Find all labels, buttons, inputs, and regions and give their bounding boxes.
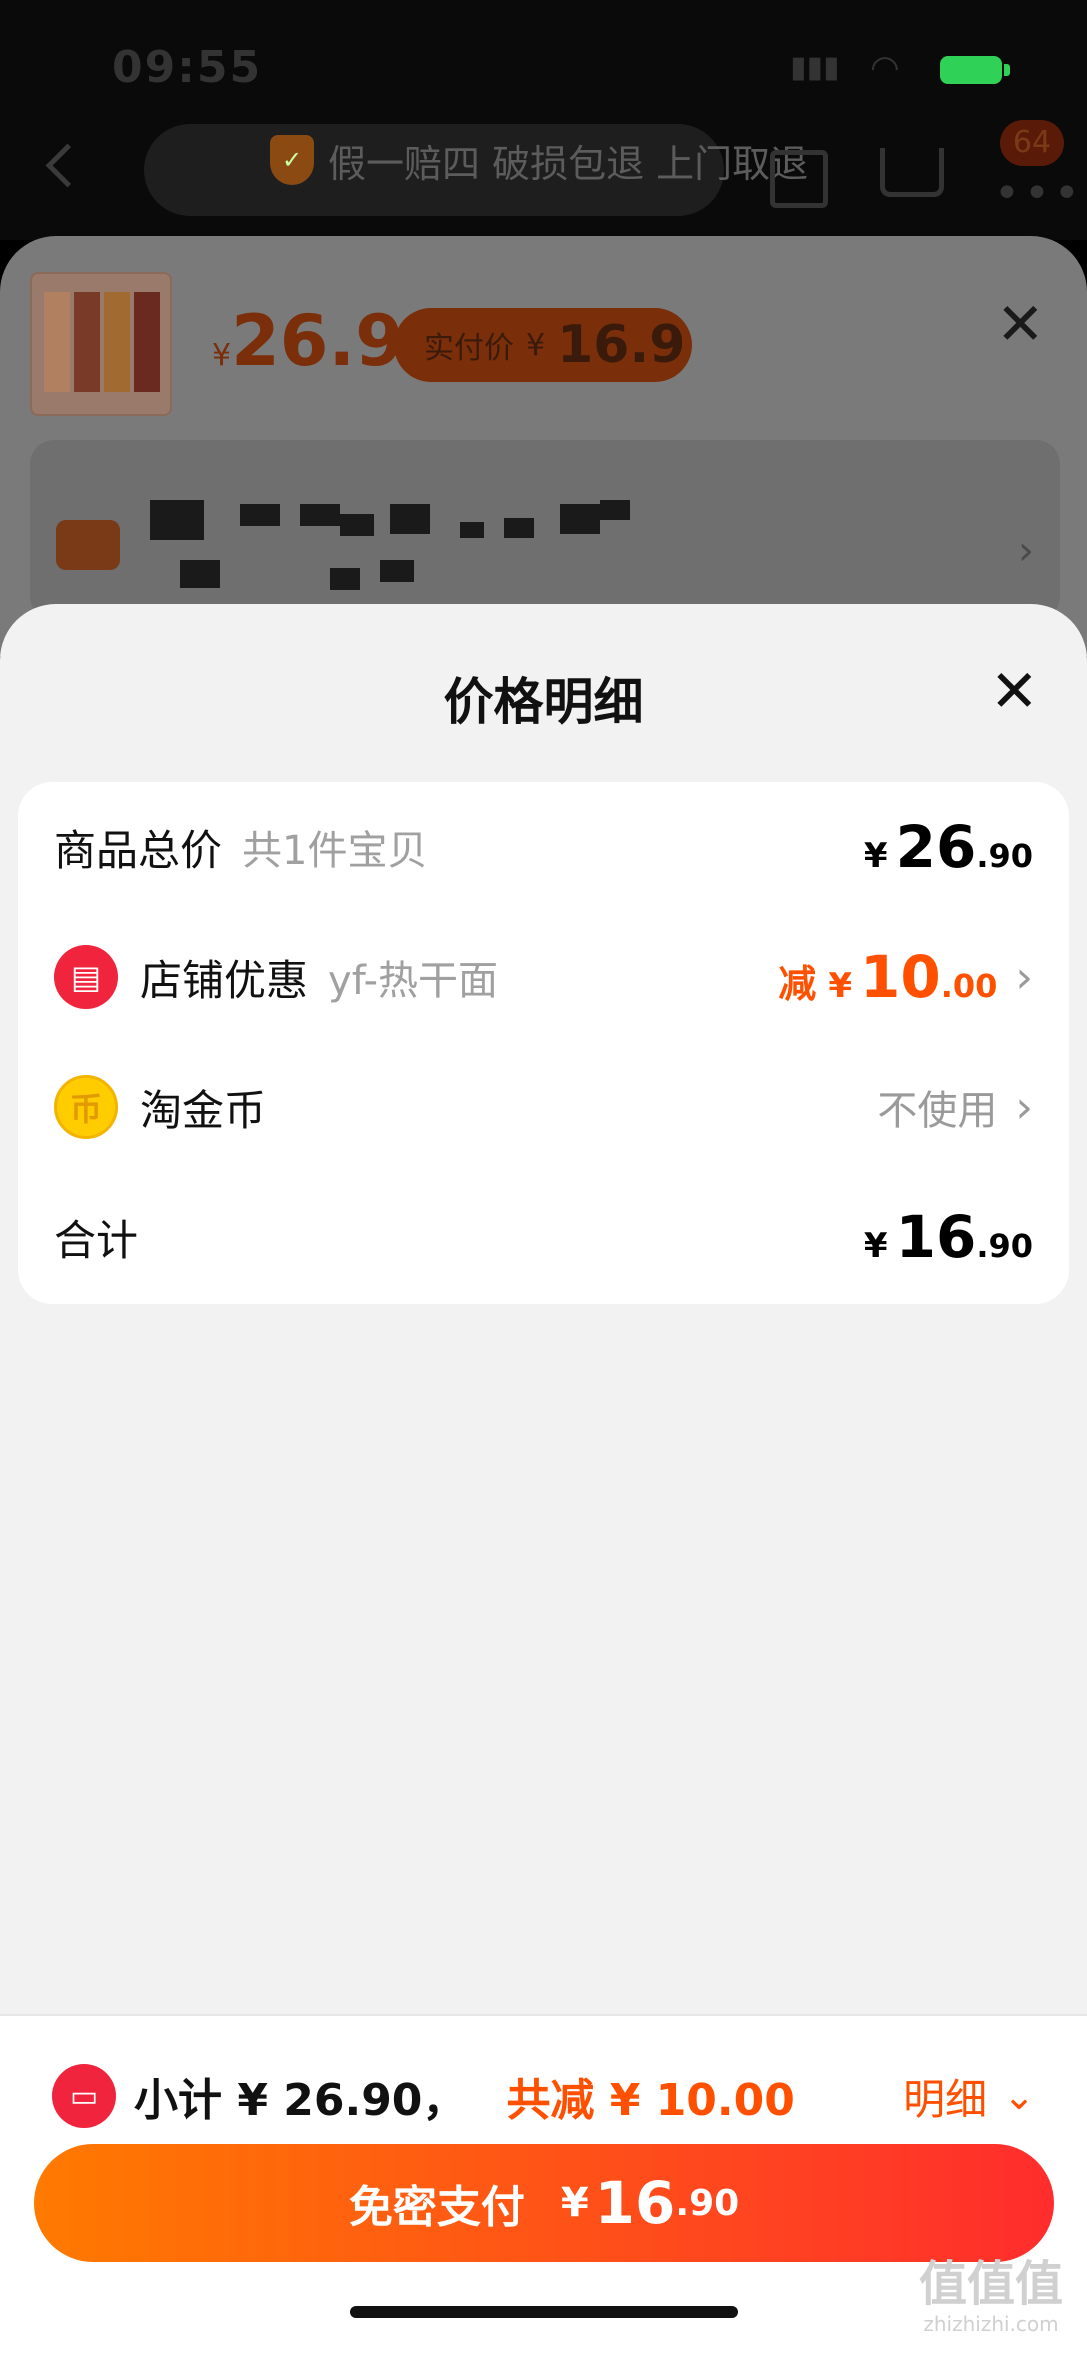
- subtotal-row: ▭ 小计 ¥ 26.90， 共减 ¥ 10.00: [52, 2046, 795, 2146]
- store-name: yf-热干面: [328, 958, 499, 1004]
- back-icon[interactable]: [45, 143, 90, 188]
- cart-icon[interactable]: [880, 148, 944, 197]
- total-price-value: ¥ 26 .90: [863, 813, 1033, 881]
- paid-price-badge: 实付价 ¥16.9: [394, 308, 692, 382]
- sum-value: ¥ 16 .90: [863, 1203, 1033, 1271]
- guarantee-banner: ✓ 假一赔四 破损包退 上门取退: [270, 132, 808, 188]
- saved-text: 共减 ¥ 10.00: [506, 2075, 795, 2126]
- row-taojinbi[interactable]: 币 淘金币 不使用 ›: [18, 1042, 1069, 1172]
- home-indicator: [350, 2306, 738, 2318]
- product-thumbnail: [30, 272, 172, 416]
- shield-check-icon: ✓: [270, 135, 314, 185]
- watermark: 值值值 zhizhizhi.com: [918, 2256, 1063, 2336]
- top-bar: 09:55 ▮▮▮ ◠ ✓ 假一赔四 破损包退 上门取退 64 •••: [0, 0, 1087, 240]
- close-icon[interactable]: ✕: [996, 290, 1045, 358]
- coin-value: 不使用 ›: [877, 1081, 1033, 1135]
- chevron-right-icon: ›: [1015, 951, 1033, 1003]
- share-icon[interactable]: [770, 150, 828, 208]
- total-price-label: 商品总价: [54, 825, 223, 875]
- chevron-right-icon: ›: [1018, 528, 1034, 574]
- pay-button[interactable]: 免密支付 ¥ 16 .90: [34, 2144, 1054, 2262]
- price-detail-card: 商品总价 共1件宝贝 ¥ 26 .90 ▤ 店铺优惠 yf-热干面 减 ¥ 10…: [18, 782, 1069, 1304]
- product-price: ¥26.9: [212, 300, 404, 382]
- row-total-price: 商品总价 共1件宝贝 ¥ 26 .90: [18, 782, 1069, 912]
- sheet-title: 价格明细: [443, 673, 644, 731]
- battery-icon: [940, 56, 1002, 84]
- more-icon[interactable]: •••: [994, 168, 1084, 219]
- subtotal-text: 小计 ¥ 26.90，: [134, 2075, 467, 2126]
- signal-icon: ▮▮▮: [790, 50, 840, 85]
- store-discount-label: 店铺优惠: [140, 955, 309, 1005]
- chevron-down-icon: ⌄: [1003, 2074, 1035, 2118]
- store-icon: ▤: [54, 945, 118, 1009]
- store-discount-value: 减 ¥ 10 .00 ›: [778, 943, 1033, 1011]
- cart-badge: 64: [1000, 120, 1064, 166]
- row-sum: 合计 ¥ 16 .90: [18, 1172, 1069, 1302]
- coin-icon: 币: [54, 1075, 118, 1139]
- price-detail-sheet: 价格明细 ✕ 商品总价 共1件宝贝 ¥ 26 .90 ▤ 店铺优惠 yf-热干面…: [0, 604, 1087, 2016]
- chevron-right-icon: ›: [1015, 1081, 1033, 1133]
- detail-toggle[interactable]: 明细 ⌄: [903, 2046, 1035, 2146]
- coin-label: 淘金币: [140, 1085, 267, 1135]
- item-count: 共1件宝贝: [242, 828, 428, 874]
- location-icon: [56, 520, 120, 570]
- wifi-icon: ◠: [870, 48, 900, 88]
- detail-label: 明细: [903, 2074, 988, 2124]
- status-time: 09:55: [112, 42, 263, 93]
- close-icon[interactable]: ✕: [990, 662, 1039, 720]
- ticket-icon: ▭: [52, 2064, 116, 2128]
- sum-label: 合计: [54, 1215, 139, 1265]
- row-store-discount[interactable]: ▤ 店铺优惠 yf-热干面 减 ¥ 10 .00 ›: [18, 912, 1069, 1042]
- guarantee-text: 假一赔四 破损包退 上门取退: [328, 141, 809, 186]
